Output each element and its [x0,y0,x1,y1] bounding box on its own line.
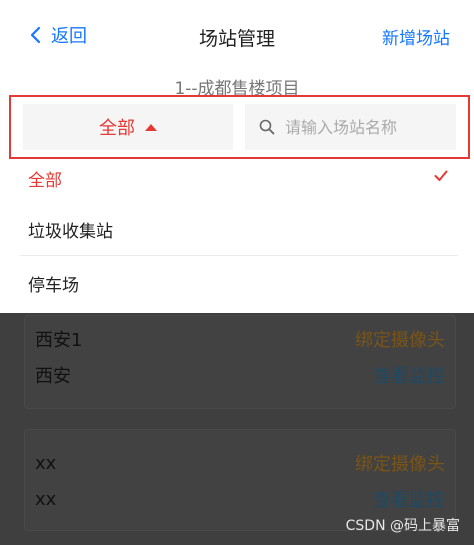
view-monitor-button[interactable]: 查看监控 [373,362,445,388]
category-filter-label: 全部 [99,118,135,139]
station-name: xx [35,452,57,474]
dropdown-item-label: 停车场 [28,275,79,296]
station-card: 西安1 绑定摄像头 西安 查看监控 [24,315,456,409]
bind-camera-button[interactable]: 绑定摄像头 [355,326,445,352]
station-row: xx 绑定摄像头 [35,450,445,476]
station-row: 西安1 绑定摄像头 [35,326,445,352]
category-filter-toggle[interactable]: 全部 [23,104,233,150]
station-row: 西安 查看监控 [35,362,445,388]
dropdown-item-parking-lot[interactable]: 停车场 [0,256,474,310]
station-name: 西安1 [35,330,83,351]
bind-camera-button[interactable]: 绑定摄像头 [355,450,445,476]
add-station-button[interactable]: 新增场站 [382,24,450,49]
dropdown-item-label: 全部 [28,171,62,191]
search-input[interactable] [285,117,445,137]
search-icon [259,119,275,135]
view-monitor-button[interactable]: 查看监控 [373,486,445,512]
check-icon [434,170,448,181]
navbar: 返回 场站管理 新增场站 [0,0,474,70]
category-dropdown: 全部 垃圾收集站 停车场 [0,160,474,310]
station-name: xx [35,488,57,510]
dim-overlay[interactable]: 西安1 绑定摄像头 西安 查看监控 xx 绑定摄像头 xx 查看监控 [0,313,474,545]
watermark: CSDN @码上暴富 [345,518,460,534]
search-box [245,104,456,150]
station-name: 西安 [35,366,71,387]
caret-up-icon [145,123,157,131]
station-row: xx 查看监控 [35,486,445,512]
dropdown-item-garbage-station[interactable]: 垃圾收集站 [0,202,474,256]
dropdown-item-all[interactable]: 全部 [0,160,474,202]
filter-bar: 全部 [9,95,470,159]
dropdown-item-label: 垃圾收集站 [28,221,113,242]
